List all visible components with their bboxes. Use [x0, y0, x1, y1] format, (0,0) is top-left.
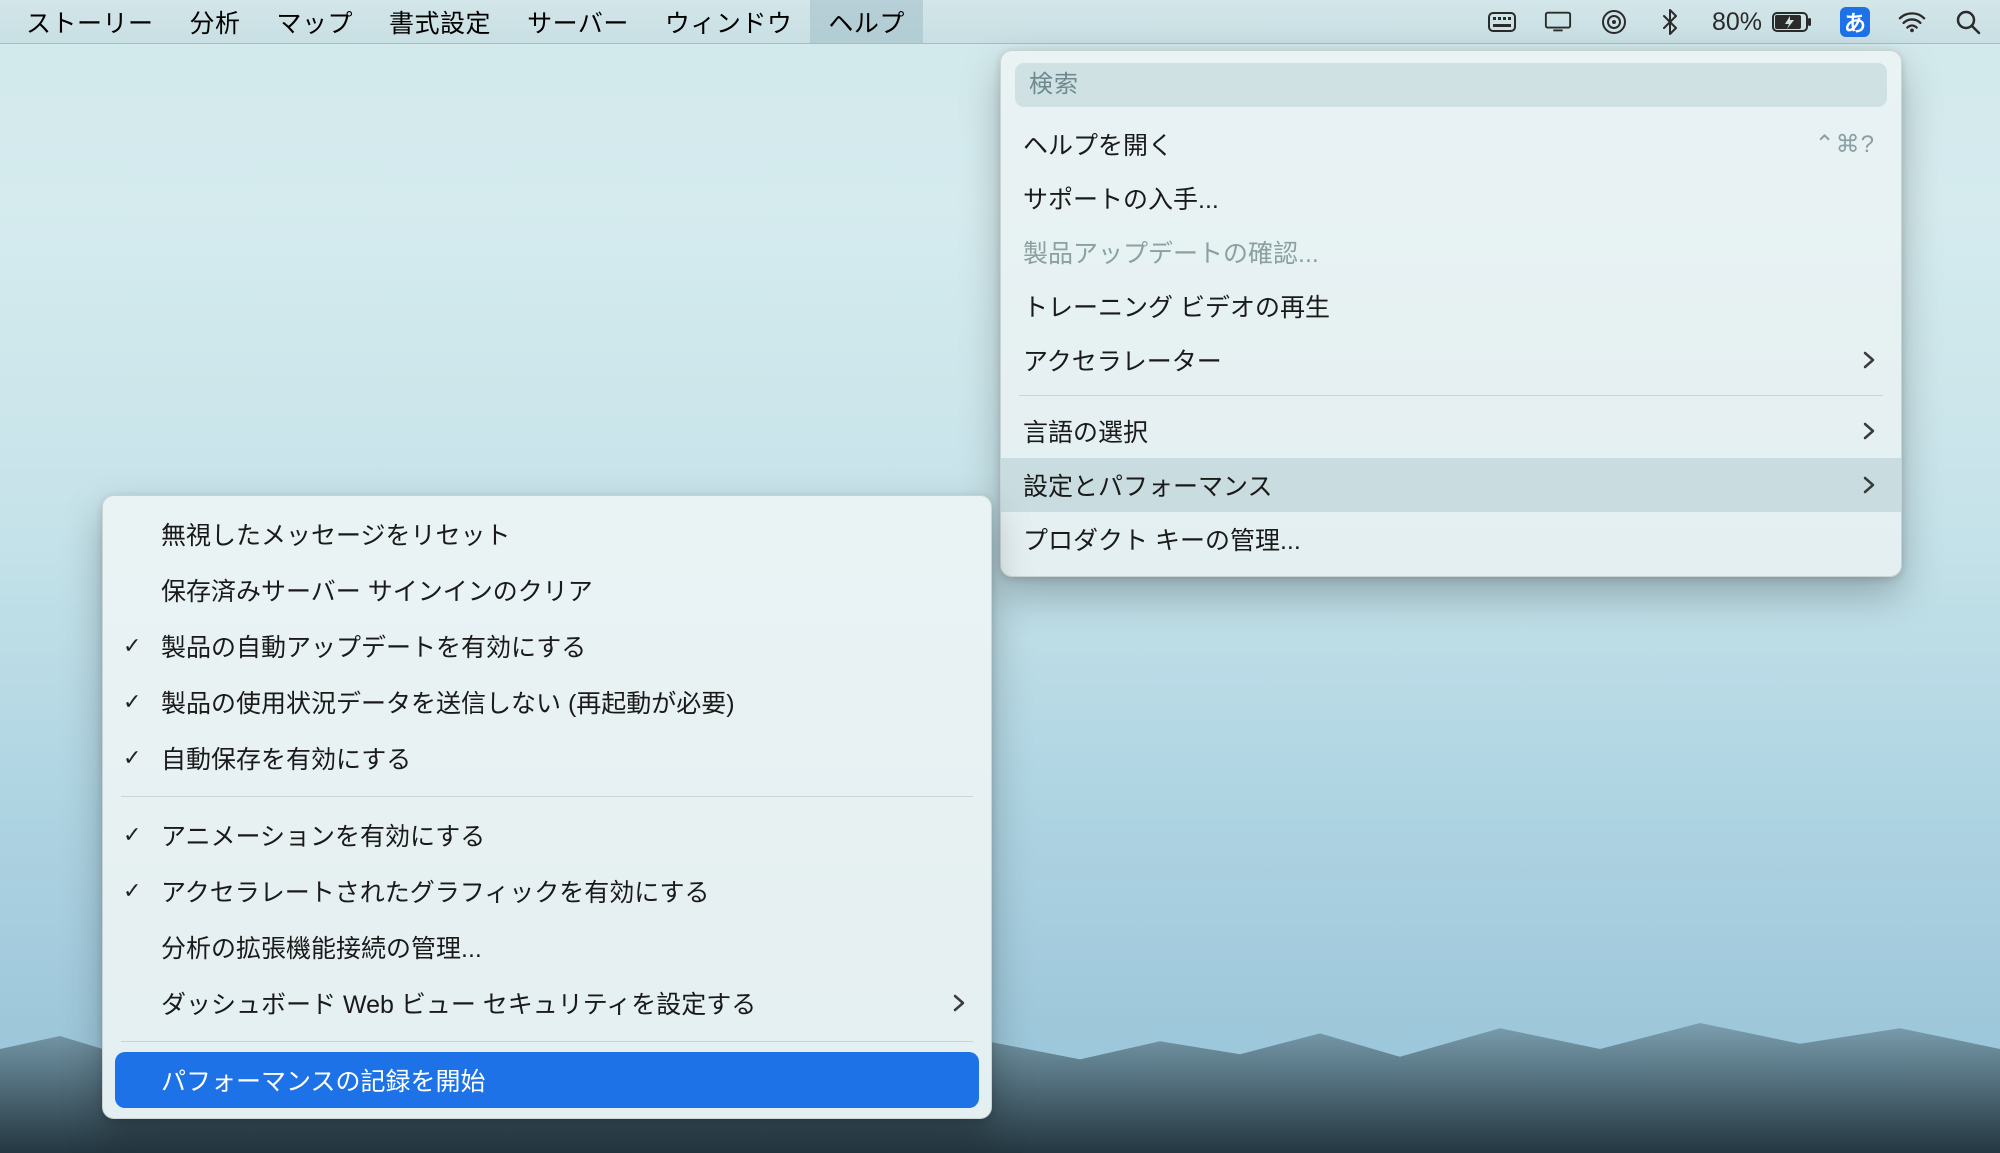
display-icon[interactable]: [1544, 8, 1572, 36]
menu-item-label: アニメーションを有効にする: [161, 817, 485, 853]
menu-window[interactable]: ウィンドウ: [647, 0, 811, 44]
menu-separator: [121, 1041, 973, 1042]
menubar-status-area: 80% あ: [1488, 0, 1992, 44]
menu-item-label: 無視したメッセージをリセット: [161, 516, 511, 552]
menu-map[interactable]: マップ: [259, 0, 372, 44]
chevron-right-icon: [953, 994, 965, 1012]
help-get-support[interactable]: サポートの入手...: [1001, 171, 1901, 225]
check-icon: ✓: [123, 633, 141, 659]
menu-item-label: アクセラレートされたグラフィックを有効にする: [161, 873, 710, 909]
check-icon: ✓: [123, 745, 141, 771]
menu-server[interactable]: サーバー: [509, 0, 647, 44]
enable-accelerated-graphics[interactable]: ✓ アクセラレートされたグラフィックを有効にする: [103, 863, 991, 919]
help-check-updates: 製品アップデートの確認...: [1001, 225, 1901, 279]
menu-item-label: ダッシュボード Web ビュー セキュリティを設定する: [161, 985, 756, 1021]
menu-item-label: 分析の拡張機能接続の管理...: [161, 929, 482, 965]
battery-percent-label: 80%: [1712, 8, 1762, 37]
dont-send-usage-data[interactable]: ✓ 製品の使用状況データを送信しない (再起動が必要): [103, 674, 991, 730]
clear-saved-server-signins[interactable]: 保存済みサーバー サインインのクリア: [103, 562, 991, 618]
help-menu-panel: ヘルプを開く ⌃⌘? サポートの入手... 製品アップデートの確認... トレー…: [1000, 50, 1902, 577]
menu-item-label: アクセラレーター: [1023, 342, 1222, 378]
menu-format[interactable]: 書式設定: [371, 0, 509, 44]
enable-auto-update[interactable]: ✓ 製品の自動アップデートを有効にする: [103, 618, 991, 674]
menu-item-label: 製品の使用状況データを送信しない (再起動が必要): [161, 684, 735, 720]
keyboard-icon[interactable]: [1488, 8, 1516, 36]
help-training-videos[interactable]: トレーニング ビデオの再生: [1001, 279, 1901, 333]
help-settings-performance[interactable]: 設定とパフォーマンス: [1001, 458, 1901, 512]
menu-item-label: ヘルプを開く: [1023, 126, 1173, 162]
help-accelerators[interactable]: アクセラレーター: [1001, 333, 1901, 387]
spotlight-icon[interactable]: [1954, 8, 1982, 36]
menu-item-label: パフォーマンスの記録を開始: [161, 1062, 486, 1098]
menu-help[interactable]: ヘルプ: [810, 0, 923, 44]
menu-item-shortcut: ⌃⌘?: [1815, 130, 1875, 159]
check-icon: ✓: [123, 878, 141, 904]
help-manage-product-keys[interactable]: プロダクト キーの管理...: [1001, 512, 1901, 566]
menu-item-label: トレーニング ビデオの再生: [1023, 288, 1330, 324]
menu-item-label: 製品アップデートの確認...: [1023, 234, 1319, 270]
reset-ignored-messages[interactable]: 無視したメッセージをリセット: [103, 506, 991, 562]
start-performance-recording[interactable]: パフォーマンスの記録を開始: [115, 1052, 979, 1108]
battery-status[interactable]: 80%: [1712, 8, 1812, 37]
chevron-right-icon: [1863, 422, 1875, 440]
help-choose-language[interactable]: 言語の選択: [1001, 404, 1901, 458]
enable-autosave[interactable]: ✓ 自動保存を有効にする: [103, 730, 991, 786]
chevron-right-icon: [1863, 476, 1875, 494]
menu-item-label: 保存済みサーバー サインインのクリア: [161, 572, 593, 608]
menu-item-label: 自動保存を有効にする: [161, 740, 411, 776]
battery-icon: [1772, 12, 1812, 32]
set-dashboard-webview-security[interactable]: ダッシュボード Web ビュー セキュリティを設定する: [103, 975, 991, 1031]
menu-item-label: サポートの入手...: [1023, 180, 1219, 216]
menu-separator: [1019, 395, 1883, 396]
menu-separator: [121, 796, 973, 797]
menu-item-label: 製品の自動アップデートを有効にする: [161, 628, 586, 664]
chevron-right-icon: [1863, 351, 1875, 369]
enable-animations[interactable]: ✓ アニメーションを有効にする: [103, 807, 991, 863]
ime-indicator[interactable]: あ: [1840, 7, 1870, 37]
check-icon: ✓: [123, 689, 141, 715]
manage-analytics-extensions[interactable]: 分析の拡張機能接続の管理...: [103, 919, 991, 975]
menu-analysis[interactable]: 分析: [172, 0, 259, 44]
settings-performance-submenu: 無視したメッセージをリセット 保存済みサーバー サインインのクリア ✓ 製品の自…: [102, 495, 992, 1119]
menu-item-label: プロダクト キーの管理...: [1023, 521, 1301, 557]
help-open-help[interactable]: ヘルプを開く ⌃⌘?: [1001, 117, 1901, 171]
menubar: ストーリー 分析 マップ 書式設定 サーバー ウィンドウ ヘルプ 80% あ: [0, 0, 2000, 44]
menu-story[interactable]: ストーリー: [8, 0, 172, 44]
wifi-icon[interactable]: [1898, 8, 1926, 36]
menu-item-label: 設定とパフォーマンス: [1023, 467, 1273, 503]
bluetooth-icon[interactable]: [1656, 8, 1684, 36]
help-search-input[interactable]: [1015, 63, 1887, 107]
menu-item-label: 言語の選択: [1023, 413, 1148, 449]
airdrop-icon[interactable]: [1600, 8, 1628, 36]
check-icon: ✓: [123, 822, 141, 848]
